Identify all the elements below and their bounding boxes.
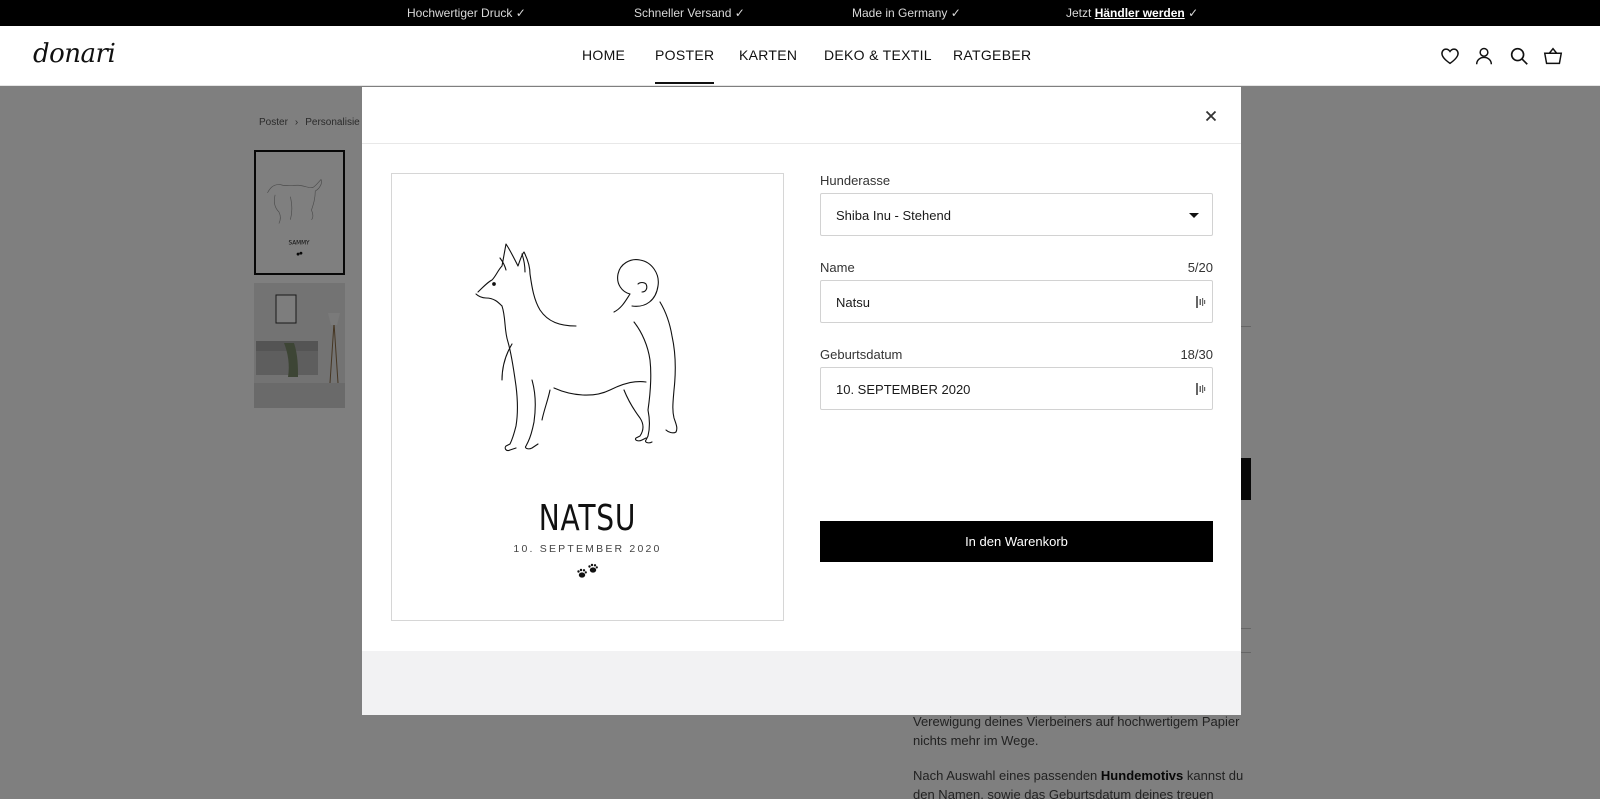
poster-preview: NATSU 10. SEPTEMBER 2020 [391,173,784,621]
breed-label: Hunderasse [820,173,891,188]
font-style-icon[interactable] [1196,382,1206,396]
add-to-cart-button[interactable]: In den Warenkorb [820,521,1213,562]
add-to-cart-label: In den Warenkorb [965,534,1068,549]
announcement-dealer-suffix: ✓ [1188,6,1199,20]
announcement-bar: Hochwertiger Druck ✓ Schneller Versand ✓… [0,0,1600,26]
birthdate-input-value: 10. SEPTEMBER 2020 [836,382,971,397]
name-label: Name [820,260,855,275]
header-icons [1439,45,1579,69]
announcement-fast-shipping: Schneller Versand ✓ [634,6,745,20]
birthdate-label: Geburtsdatum [820,347,903,362]
site-header: donari HOME POSTER KARTEN DEKO & TEXTIL … [0,26,1600,86]
account-icon[interactable] [1473,45,1495,67]
font-style-icon[interactable] [1196,295,1206,309]
nav-ratgeber[interactable]: RATGEBER [953,47,1031,63]
modal-header [362,87,1241,144]
birthdate-input[interactable]: 10. SEPTEMBER 2020 [820,367,1213,410]
modal-footer [362,651,1241,715]
announcement-dealer: Jetzt Händler werden ✓ [1066,6,1198,20]
caret-down-icon [1189,213,1199,218]
main-nav: HOME POSTER KARTEN DEKO & TEXTIL RATGEBE… [0,47,1600,86]
basket-icon[interactable] [1542,45,1564,67]
birthdate-char-count: 18/30 [1180,347,1213,362]
breed-select-value: Shiba Inu - Stehend [836,208,951,223]
personalization-modal: NATSU 10. SEPTEMBER 2020 Hunderasse Shib… [362,87,1241,715]
preview-birth-date: 10. SEPTEMBER 2020 [513,543,662,555]
nav-poster[interactable]: POSTER [655,47,715,84]
shiba-inu-illustration [475,243,678,452]
heart-icon[interactable] [1439,45,1461,67]
announcement-dealer-prefix: Jetzt [1066,6,1092,20]
name-input[interactable]: Natsu [820,280,1213,323]
name-input-value: Natsu [836,295,870,310]
search-icon[interactable] [1508,45,1530,67]
breed-select[interactable]: Shiba Inu - Stehend [820,193,1213,236]
become-dealer-link[interactable]: Händler werden [1095,6,1185,20]
announcement-print-quality: Hochwertiger Druck ✓ [407,6,526,20]
paw-icon [577,563,598,578]
nav-home[interactable]: HOME [582,47,625,63]
close-icon[interactable] [1201,106,1221,126]
nav-deko-textil[interactable]: DEKO & TEXTIL [824,47,932,63]
name-char-count: 5/20 [1187,260,1213,275]
nav-karten[interactable]: KARTEN [739,47,797,63]
preview-dog-name: NATSU [538,498,637,539]
announcement-made-in-germany: Made in Germany ✓ [852,6,961,20]
